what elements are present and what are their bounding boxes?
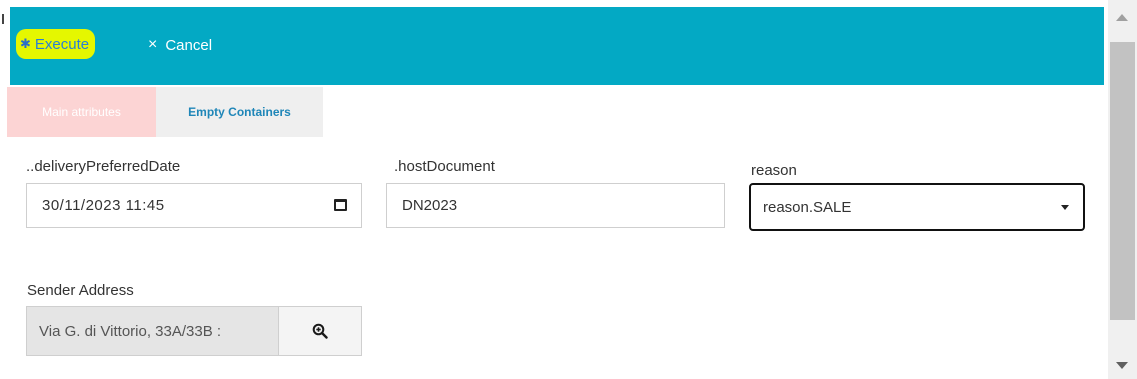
- calendar-icon[interactable]: [334, 199, 347, 211]
- tab-bar: Main attributes Empty Containers: [7, 87, 323, 137]
- chevron-down-icon: [1061, 205, 1069, 210]
- cancel-label: Cancel: [165, 36, 213, 54]
- sender-address-label: Sender Address: [27, 282, 134, 299]
- action-toolbar: ✱ Execute × Cancel: [10, 7, 1104, 85]
- scrollbar-thumb[interactable]: [1110, 42, 1135, 320]
- close-icon: ×: [148, 36, 158, 53]
- host-document-value: DN2023: [402, 197, 458, 214]
- window-edge-mark: [2, 14, 4, 24]
- sender-address-group: Via G. di Vittorio, 33A/33B :: [26, 306, 362, 356]
- delivery-date-value: 30/11/2023 11:45: [42, 197, 165, 214]
- zoom-in-icon: [312, 323, 328, 339]
- host-document-input[interactable]: DN2023: [386, 183, 725, 228]
- host-document-label: .hostDocument: [394, 158, 495, 175]
- scroll-up-icon[interactable]: [1116, 14, 1128, 21]
- tab-main-attributes[interactable]: Main attributes: [7, 87, 156, 137]
- gear-icon: ✱: [20, 36, 31, 51]
- delivery-date-label: ..deliveryPreferredDate: [26, 158, 181, 175]
- vertical-scrollbar[interactable]: [1108, 0, 1137, 379]
- execute-label: Execute: [34, 35, 90, 53]
- delivery-date-input[interactable]: 30/11/2023 11:45: [26, 183, 362, 228]
- sender-address-lookup-button[interactable]: [278, 307, 361, 355]
- reason-label: reason: [751, 162, 797, 179]
- reason-value: reason.SALE: [763, 198, 852, 216]
- tab-empty-containers[interactable]: Empty Containers: [156, 87, 323, 137]
- form-page: ✱ Execute × Cancel Main attributes Empty…: [0, 0, 1137, 379]
- execute-button[interactable]: ✱ Execute: [16, 29, 96, 59]
- reason-select[interactable]: reason.SALE: [749, 183, 1085, 231]
- cancel-button[interactable]: × Cancel: [148, 36, 212, 54]
- scroll-down-icon[interactable]: [1116, 362, 1128, 369]
- sender-address-field[interactable]: Via G. di Vittorio, 33A/33B :: [27, 307, 278, 355]
